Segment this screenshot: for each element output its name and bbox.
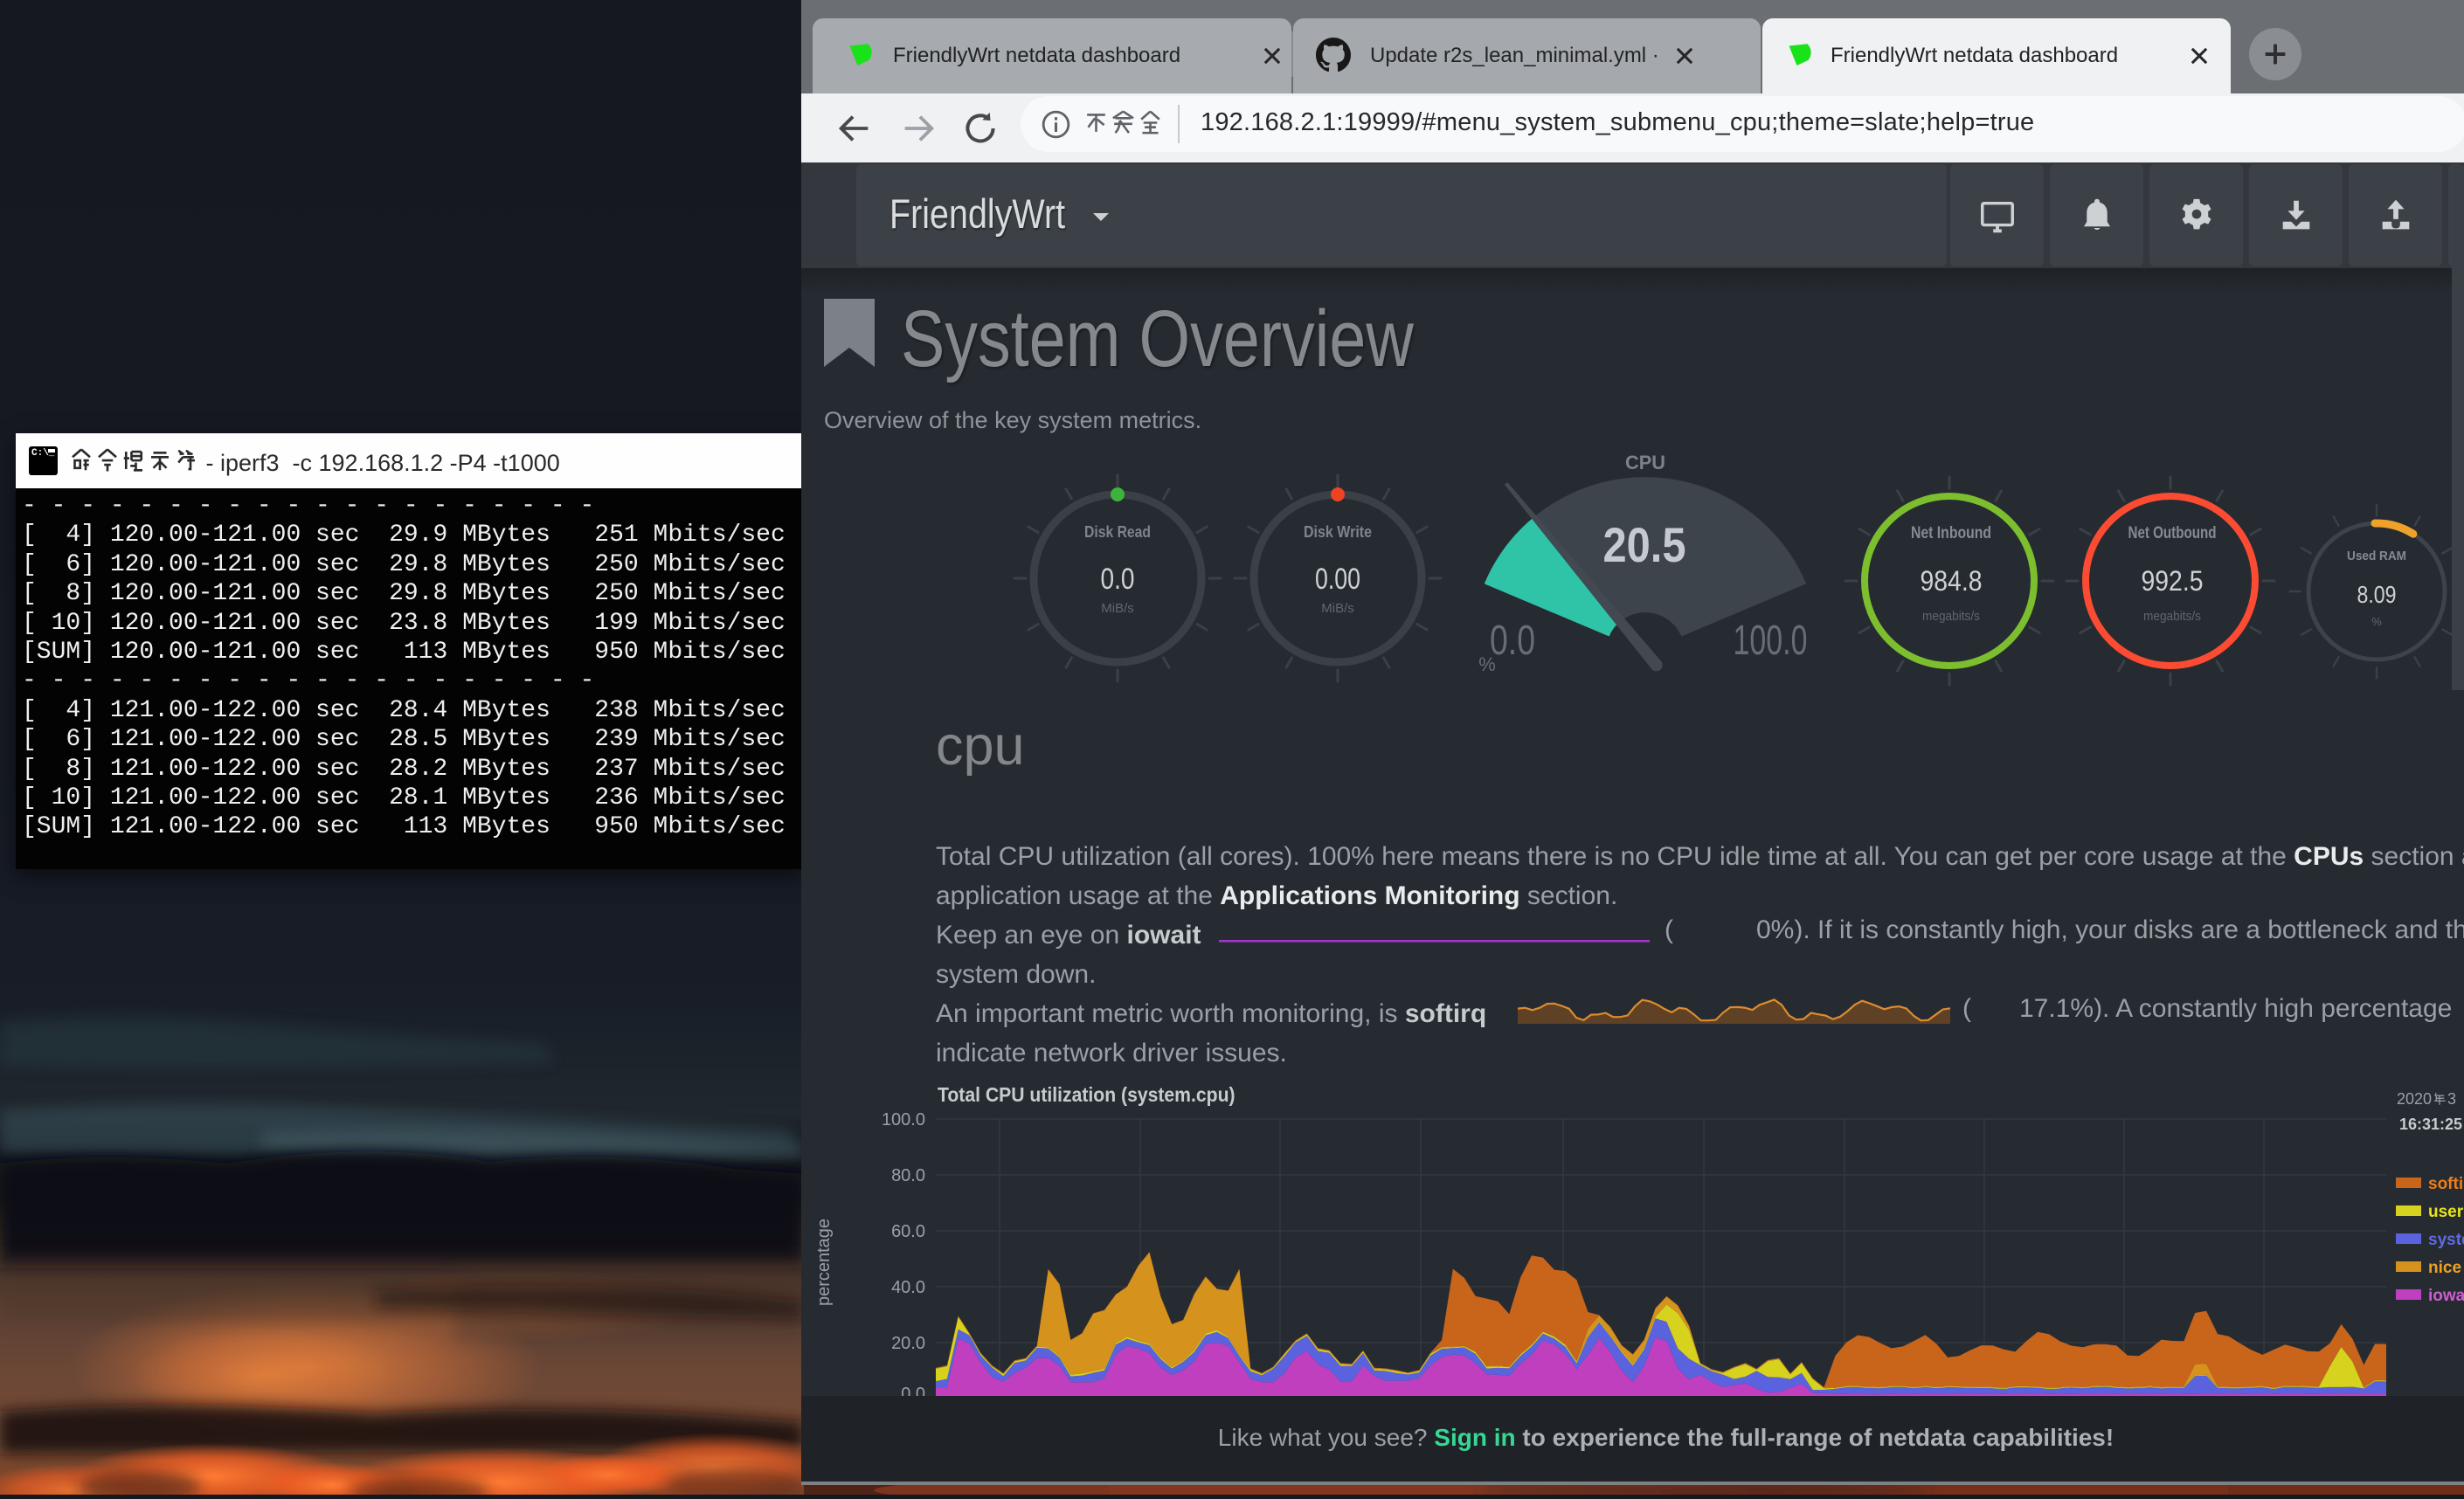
svg-text:iowait: iowait (2428, 1287, 2464, 1305)
svg-text:user: user (2428, 1203, 2464, 1221)
svg-text:100.0: 100.0 (882, 1110, 925, 1129)
svg-text:system: system (2428, 1231, 2464, 1249)
svg-text:20.0: 20.0 (891, 1334, 925, 1353)
svg-text:60.0: 60.0 (891, 1222, 925, 1241)
svg-text:40.0: 40.0 (891, 1278, 925, 1297)
svg-text:percentage: percentage (814, 1219, 834, 1306)
svg-text:80.0: 80.0 (891, 1166, 925, 1185)
svg-text:nice: nice (2428, 1259, 2461, 1277)
svg-text:softirq: softirq (2428, 1175, 2464, 1193)
